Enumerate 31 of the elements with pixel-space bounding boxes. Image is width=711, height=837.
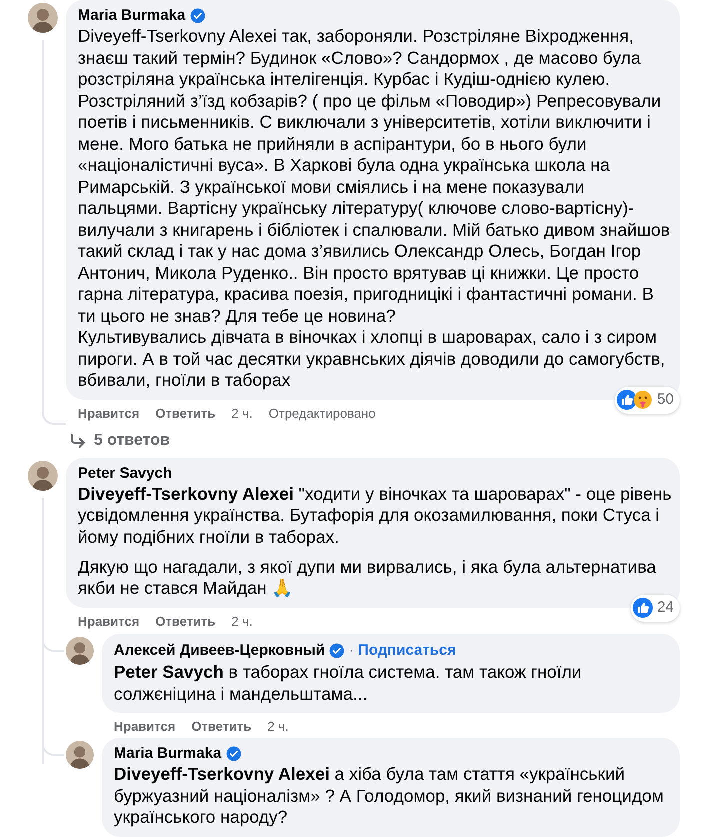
edited-label: Отредактировано (268, 404, 376, 423)
action-link[interactable]: Ответить (156, 612, 216, 632)
action-link[interactable]: Нравится (78, 612, 140, 632)
avatar[interactable] (28, 3, 58, 33)
author-name[interactable]: Алексей Дивеев-Церковный (114, 640, 326, 661)
comment-text: Peter Savych в таборах гноїла система. там також гноїли солжєніцина і мандельштама... (114, 662, 583, 705)
avatar[interactable] (28, 460, 58, 490)
reaction-count[interactable]: 24 (631, 595, 680, 622)
action-link[interactable]: Ответить (156, 404, 216, 424)
action-link[interactable]: Ответить (192, 717, 252, 737)
reaction-count[interactable]: 50 (615, 387, 680, 414)
comment-text: Diveyeff-Tserkovny Alexei а хіба була там стаття «український буржуазний націоналізм» ? А Голодомор, який визнаний геноцидом українського народу? (114, 764, 665, 828)
action-link[interactable]: Нравится (78, 404, 140, 424)
action-link[interactable]: Нравится (114, 717, 176, 737)
author-name[interactable]: Peter Savych (78, 464, 172, 484)
reply-arrow-icon (70, 432, 86, 448)
author-name[interactable]: Maria Burmaka (78, 6, 186, 26)
timestamp[interactable]: 2 ч. (232, 404, 253, 424)
follow-link[interactable]: Подписаться (358, 640, 456, 662)
timestamp[interactable]: 2 ч. (268, 717, 289, 737)
avatar[interactable] (66, 636, 94, 664)
separator-dot: · (349, 640, 354, 660)
avatar[interactable] (66, 741, 94, 769)
comment-text: Diveyeff-Tserkovny Alexei "ходити у віночках та шароварах" - оце рівень усвідомлення українства. Бутафорія для окозамилювання, поки Стуса і йому подібних гноїли в таборах. (78, 484, 672, 548)
view-replies-link[interactable]: 5 ответов (70, 428, 170, 452)
reaction-number: 50 (657, 390, 674, 410)
thumbs-up-icon (633, 598, 654, 618)
reaction-number: 24 (657, 598, 674, 618)
author-name[interactable]: Maria Burmaka (114, 744, 222, 764)
timestamp[interactable]: 2 ч. (232, 612, 253, 632)
thumbs-up-icon (617, 390, 638, 410)
